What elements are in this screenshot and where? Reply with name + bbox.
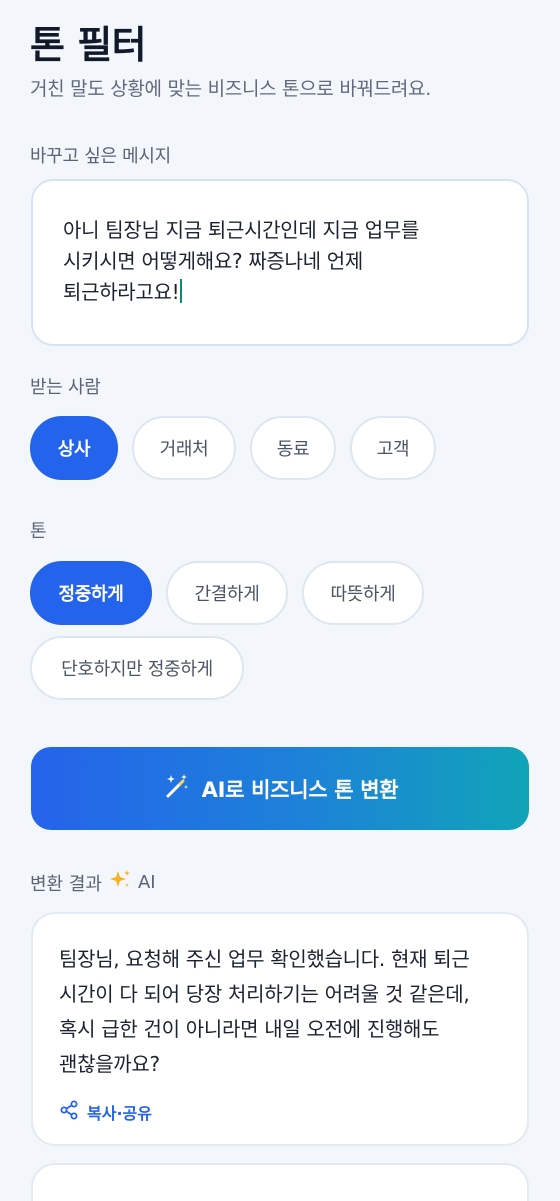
share-button[interactable]: 복사·공유 (59, 1100, 501, 1124)
page-subtitle: 거친 말도 상황에 맞는 비즈니스 톤으로 바꿔드려요. (30, 78, 431, 100)
message-input-text: 아니 팀장님 지금 퇴근시간인데 지금 업무를 시키시면 어떻게해요? 짜증나네… (63, 218, 420, 304)
share-icon (59, 1100, 79, 1124)
tone-label: 톤 (30, 521, 47, 542)
tone-filter-screen: 톤 필터 거친 말도 상황에 맞는 비즈니스 톤으로 바꿔드려요. 바꾸고 싶은… (0, 0, 560, 1201)
result-text: 팀장님, 요청해 주신 업무 확인했습니다. 현재 퇴근 시간이 다 되어 당장… (59, 947, 470, 1076)
convert-button[interactable]: AI로 비즈니스 톤 변환 (31, 747, 529, 830)
recipient-chip-customer[interactable]: 고객 (350, 416, 436, 480)
result-card: 팀장님, 요청해 주신 업무 확인했습니다. 현재 퇴근 시간이 다 되어 당장… (31, 912, 529, 1146)
result-label: 변환 결과 (30, 873, 102, 895)
magic-wand-icon (162, 772, 190, 805)
tone-chip-group-row1: 정중하게 간결하게 따뜻하게 (30, 561, 424, 625)
recipient-chip-client[interactable]: 거래처 (132, 416, 236, 480)
text-cursor (180, 279, 183, 303)
result-heading: 변환 결과 AI (30, 868, 156, 897)
recipient-label: 받는 사람 (30, 377, 101, 398)
tone-chip-firm-polite[interactable]: 단호하지만 정중하게 (30, 636, 244, 700)
message-label: 바꾸고 싶은 메시지 (30, 146, 171, 167)
tone-chip-warm[interactable]: 따뜻하게 (302, 561, 424, 625)
recipient-chip-colleague[interactable]: 동료 (250, 416, 336, 480)
tone-chip-group-row2: 단호하지만 정중하게 (30, 636, 244, 700)
message-input[interactable]: 아니 팀장님 지금 퇴근시간인데 지금 업무를 시키시면 어떻게해요? 짜증나네… (31, 179, 529, 346)
share-button-label: 복사·공유 (87, 1104, 152, 1123)
recipient-chip-boss[interactable]: 상사 (30, 416, 118, 480)
sparkles-icon (108, 868, 132, 897)
ai-badge: AI (137, 872, 156, 893)
tone-chip-concise[interactable]: 간결하게 (166, 561, 288, 625)
tone-chip-polite[interactable]: 정중하게 (30, 561, 152, 625)
recipient-chip-group: 상사 거래처 동료 고객 (30, 416, 436, 480)
page-title: 톤 필터 (30, 23, 147, 67)
result-card-next (31, 1163, 529, 1201)
convert-button-label: AI로 비즈니스 톤 변환 (201, 777, 399, 802)
